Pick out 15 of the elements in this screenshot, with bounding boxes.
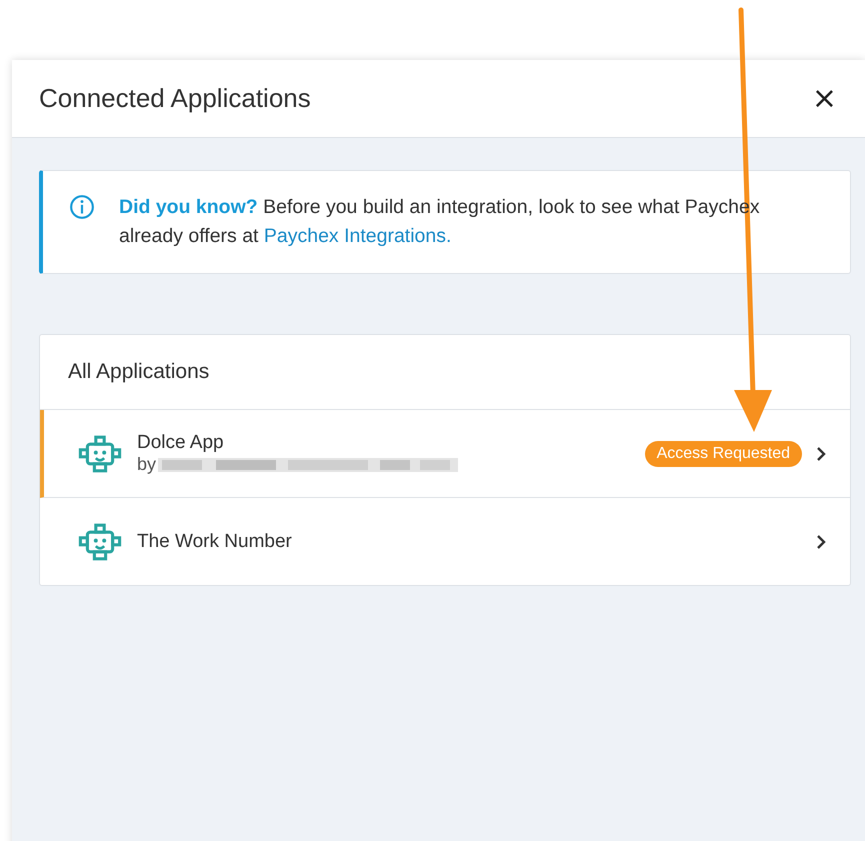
vendor-label: by <box>137 454 156 475</box>
chevron-icon <box>816 534 826 550</box>
robot-icon <box>77 432 123 474</box>
status-badge: Access Requested <box>644 440 802 466</box>
chevron-icon <box>816 446 826 462</box>
section-heading: All Applications <box>68 360 210 384</box>
close-button[interactable]: × <box>808 81 841 116</box>
robot-icon <box>77 520 123 562</box>
integrations-link[interactable]: Paychex Integrations. <box>264 225 452 247</box>
application-row[interactable]: The Work Number <box>40 498 850 585</box>
dialog-title: Connected Applications <box>39 83 311 114</box>
application-row[interactable]: Dolce App by Access Requested <box>40 410 850 498</box>
info-icon <box>69 194 95 220</box>
application-name: Dolce App <box>137 432 225 454</box>
application-name: The Work Number <box>137 530 293 552</box>
